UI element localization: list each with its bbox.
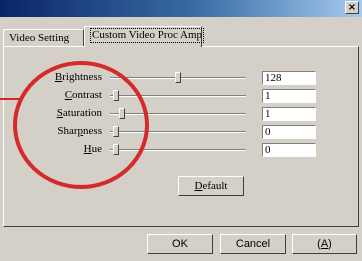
sharpness-slider-thumb[interactable]: [113, 126, 119, 137]
hue-slider[interactable]: [110, 144, 246, 155]
saturation-label: Saturation: [56, 107, 102, 119]
hue-value-field[interactable]: 0: [262, 143, 316, 157]
close-icon: ×: [347, 2, 357, 13]
contrast-label: Contrast: [64, 89, 102, 101]
close-button[interactable]: ×: [345, 1, 359, 14]
sharpness-value-field[interactable]: 0: [262, 125, 316, 139]
contrast-slider-thumb[interactable]: [113, 90, 119, 101]
tab-custom-video-proc-amp-label: Custom Video Proc Amp: [90, 28, 205, 43]
saturation-value-field[interactable]: 1: [262, 107, 316, 121]
tab-custom-video-proc-amp[interactable]: Custom Video Proc Amp: [84, 26, 205, 47]
brightness-label: Brightness: [54, 71, 102, 83]
ok-button[interactable]: OK: [147, 234, 213, 254]
hue-label: Hue: [83, 143, 102, 155]
apply-button[interactable]: (A): [292, 234, 357, 254]
video-proc-amp-dialog: × Video Setting Custom Video Proc Amp Br…: [0, 0, 362, 261]
default-button[interactable]: Default: [178, 176, 244, 196]
hue-slider-thumb[interactable]: [113, 144, 119, 155]
sharpness-slider[interactable]: [110, 126, 246, 137]
saturation-slider-thumb[interactable]: [119, 108, 125, 119]
tab-video-setting[interactable]: Video Setting: [3, 29, 84, 46]
brightness-value-field[interactable]: 128: [262, 71, 316, 85]
tab-video-setting-label: Video Setting: [9, 32, 70, 44]
saturation-slider[interactable]: [110, 108, 246, 119]
contrast-slider[interactable]: [110, 90, 246, 101]
contrast-value-field[interactable]: 1: [262, 89, 316, 103]
brightness-slider-thumb[interactable]: [175, 72, 181, 83]
sharpness-label: Sharpness: [57, 125, 102, 137]
title-bar[interactable]: ×: [0, 0, 362, 17]
cancel-button[interactable]: Cancel: [220, 234, 286, 254]
brightness-slider[interactable]: [110, 72, 246, 83]
